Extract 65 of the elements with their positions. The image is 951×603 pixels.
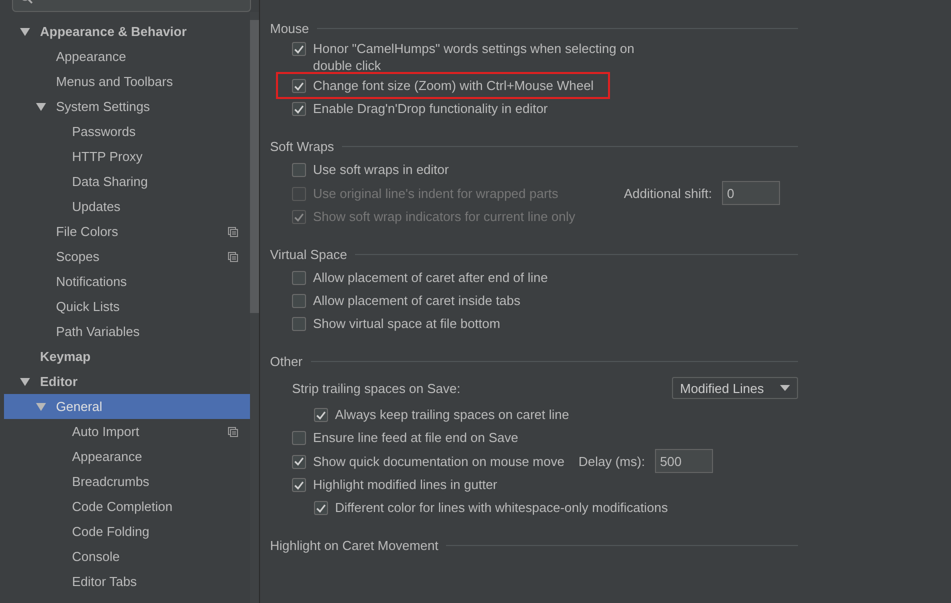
input-field[interactable]: 500 <box>654 449 713 473</box>
checkbox-label: Show soft wrap indicators for current line only <box>313 208 576 225</box>
tree-item[interactable]: General <box>4 394 250 419</box>
checked-checkbox[interactable] <box>292 42 306 56</box>
tree-item[interactable]: Appearance & Behavior <box>4 19 250 44</box>
tree-item[interactable]: System Settings <box>4 94 250 119</box>
checkbox-label: Honor "CamelHumps" words settings when selecting on double click <box>313 40 636 74</box>
checkbox-label: Use original line's indent for wrapped parts <box>313 184 558 202</box>
checkbox-label: Change font size (Zoom) with Ctrl+Mouse Wheel <box>313 77 594 94</box>
checked-checkbox[interactable] <box>292 102 306 116</box>
tree-item[interactable]: Passwords <box>4 119 250 144</box>
tree-item[interactable]: Console <box>4 544 250 569</box>
tree-item[interactable]: Editor Tabs <box>4 569 250 594</box>
caret-icon <box>780 385 790 391</box>
tree-item[interactable]: HTTP Proxy <box>4 144 250 169</box>
field-label: Delay (ms): <box>578 454 645 468</box>
tree-item[interactable]: Quick Lists <box>4 294 250 319</box>
checked-checkbox[interactable] <box>292 478 306 492</box>
checkbox-label: Show virtual space at file bottom <box>313 315 500 332</box>
checkbox-label: Allow placement of caret after end of line <box>313 269 548 286</box>
checkbox-label: Allow placement of caret inside tabs <box>313 292 520 309</box>
expanded-arrow-icon[interactable] <box>36 402 46 410</box>
checked-checkbox[interactable] <box>292 454 306 468</box>
tree-item[interactable]: Notifications <box>4 269 250 294</box>
checked-checkbox[interactable] <box>314 408 328 422</box>
field-label: Additional shift: <box>624 186 712 200</box>
tree-item[interactable]: Keymap <box>4 344 250 369</box>
tree-item[interactable]: Path Variables <box>4 319 250 344</box>
expanded-arrow-icon[interactable] <box>20 378 30 386</box>
checked-checkbox[interactable] <box>292 79 306 93</box>
tree-item[interactable]: Updates <box>4 194 250 219</box>
tree-item[interactable]: Appearance <box>4 44 250 69</box>
checkbox-label: Enable Drag'n'Drop functionality in editor <box>313 100 548 117</box>
expanded-arrow-icon[interactable] <box>20 28 30 36</box>
section-title: Virtual Space <box>270 246 348 262</box>
field-label: Strip trailing spaces on Save: <box>292 380 460 396</box>
tree-item[interactable]: Appearance <box>4 444 250 469</box>
checkbox-label: Show quick documentation on mouse move <box>313 452 564 470</box>
tree-item[interactable]: Scopes <box>4 244 250 269</box>
checkbox[interactable] <box>292 431 306 445</box>
dropdown[interactable]: Modified Lines <box>672 377 798 399</box>
scrollbar-thumb[interactable] <box>250 20 259 313</box>
tree-item[interactable]: File Colors <box>4 219 250 244</box>
checkbox-label: Always keep trailing spaces on caret line <box>335 406 570 423</box>
checkbox-label: Use soft wraps in editor <box>313 161 449 178</box>
section-title: Other <box>270 354 303 368</box>
tree-item[interactable]: Code Folding <box>4 519 250 544</box>
tree-item[interactable]: Auto Import <box>4 419 250 444</box>
checkbox[interactable] <box>292 317 306 331</box>
section-title: Mouse <box>270 20 310 36</box>
section-title: Soft Wraps <box>270 138 334 154</box>
expanded-arrow-icon[interactable] <box>36 102 46 110</box>
tree-item[interactable]: Breadcrumbs <box>4 469 250 494</box>
checked-checkbox[interactable] <box>314 501 328 515</box>
checkbox[interactable] <box>292 163 306 177</box>
tree-item[interactable]: Data Sharing <box>4 169 250 194</box>
checkbox-label: Ensure line feed at file end on Save <box>313 429 518 446</box>
checkbox-label: Highlight modified lines in gutter <box>313 476 498 493</box>
tree-item[interactable]: Editor <box>4 369 250 394</box>
checkbox[interactable] <box>292 294 306 308</box>
tree-item[interactable]: Menus and Toolbars <box>4 69 250 94</box>
tree-item[interactable]: Code Completion <box>4 494 250 519</box>
checkbox[interactable] <box>292 271 306 285</box>
section-title: Highlight on Caret Movement <box>270 538 438 552</box>
checkbox-label: Different color for lines with whitespace-only modifications <box>335 499 668 516</box>
